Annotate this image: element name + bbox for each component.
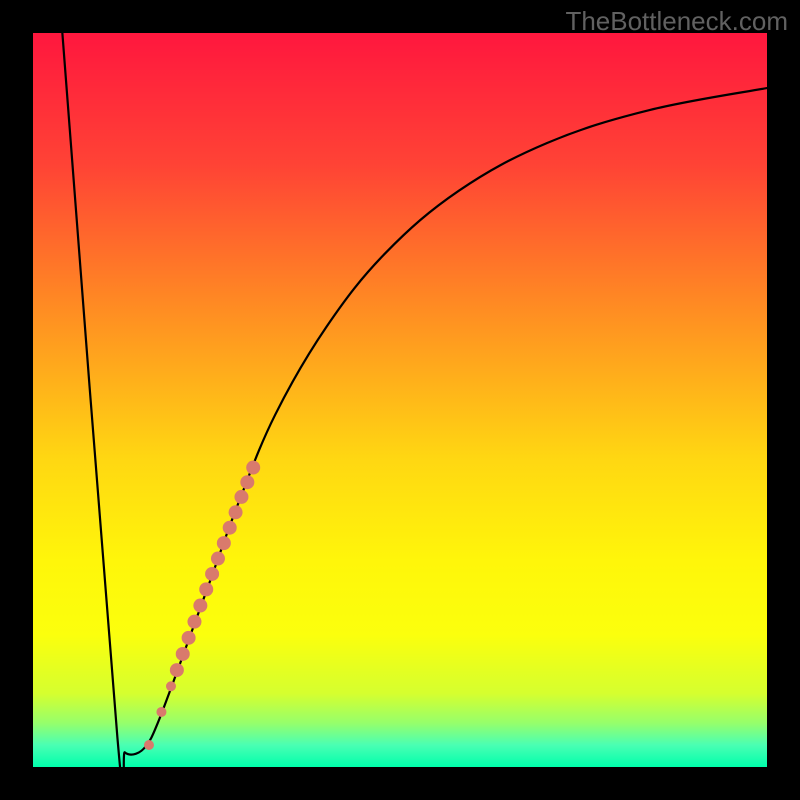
highlight-marker bbox=[217, 536, 231, 550]
highlight-marker bbox=[182, 631, 196, 645]
highlight-marker bbox=[156, 707, 166, 717]
highlight-marker bbox=[176, 647, 190, 661]
highlight-marker bbox=[229, 505, 243, 519]
highlight-marker bbox=[234, 490, 248, 504]
highlight-marker bbox=[211, 552, 225, 566]
highlight-marker bbox=[144, 740, 154, 750]
highlight-marker bbox=[170, 663, 184, 677]
plot-area bbox=[33, 33, 767, 767]
highlight-marker bbox=[166, 681, 176, 691]
highlight-marker bbox=[187, 615, 201, 629]
plot-background bbox=[33, 33, 767, 767]
chart-frame: TheBottleneck.com bbox=[0, 0, 800, 800]
highlight-marker bbox=[193, 599, 207, 613]
highlight-marker bbox=[240, 475, 254, 489]
highlight-marker bbox=[246, 461, 260, 475]
highlight-marker bbox=[205, 567, 219, 581]
plot-svg bbox=[33, 33, 767, 767]
watermark-text: TheBottleneck.com bbox=[565, 6, 788, 37]
highlight-marker bbox=[199, 582, 213, 596]
highlight-marker bbox=[223, 521, 237, 535]
